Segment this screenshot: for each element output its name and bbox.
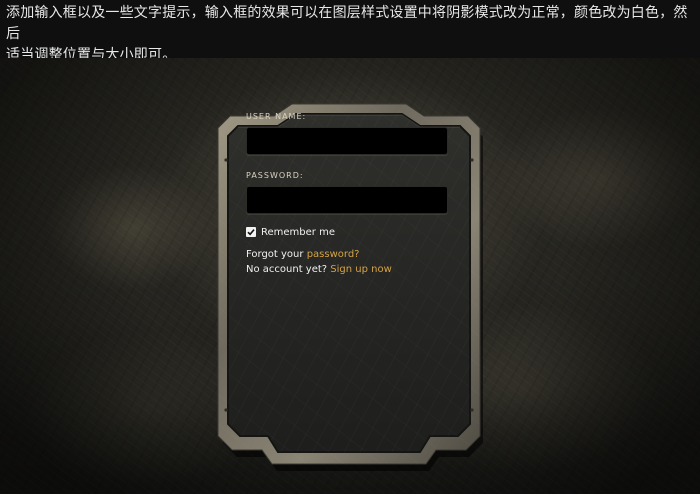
account-links: Forgot your password? No account yet? Si… <box>246 247 448 277</box>
signup-prefix: No account yet? <box>246 264 328 275</box>
username-label: USER NAME: <box>246 112 307 121</box>
grunge-background: USER NAME: PASSWORD: Remember me Forgot … <box>0 58 700 494</box>
login-form: USER NAME: PASSWORD: Remember me Forgot … <box>246 110 448 277</box>
password-input[interactable] <box>246 186 448 214</box>
forgot-password-line: Forgot your password? <box>246 247 448 262</box>
caption-line-1: 添加输入框以及一些文字提示，输入框的效果可以在图层样式设置中将阴影模式改为正常，… <box>6 5 688 42</box>
signup-line: No account yet? Sign up now <box>246 262 448 277</box>
remember-me-checkbox[interactable] <box>246 227 256 237</box>
checkmark-icon <box>247 229 255 236</box>
password-label: PASSWORD: <box>246 171 304 180</box>
forgot-password-prefix: Forgot your <box>246 249 304 260</box>
signup-link[interactable]: Sign up now <box>330 264 392 275</box>
username-input[interactable] <box>246 127 448 155</box>
remember-me-label: Remember me <box>261 226 335 238</box>
forgot-password-link[interactable]: password? <box>307 249 360 260</box>
page: 添加输入框以及一些文字提示，输入框的效果可以在图层样式设置中将阴影模式改为正常，… <box>0 0 700 494</box>
tutorial-caption: 添加输入框以及一些文字提示，输入框的效果可以在图层样式设置中将阴影模式改为正常，… <box>0 0 700 63</box>
remember-me-row[interactable]: Remember me <box>246 225 448 239</box>
